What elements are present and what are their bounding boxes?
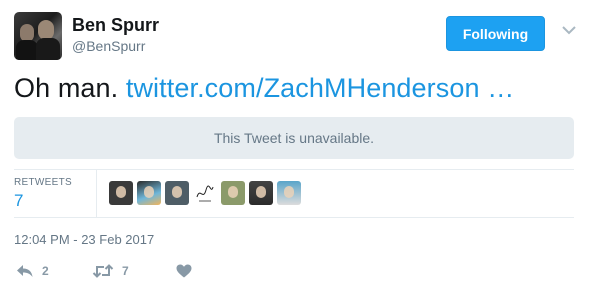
unavailable-quoted-tweet: This Tweet is unavailable.: [14, 117, 574, 159]
retweeter-avatar[interactable]: [109, 181, 133, 205]
following-button[interactable]: Following: [446, 16, 545, 51]
retweets-label: RETWEETS: [14, 177, 72, 188]
tweet-actions: 2 7: [16, 262, 192, 280]
reply-icon: [17, 265, 33, 277]
tweet-header: Ben Spurr @BenSpurr Following: [14, 12, 589, 62]
retweeter-avatar[interactable]: [277, 181, 301, 205]
retweeter-avatar[interactable]: [137, 181, 161, 205]
tweet-link[interactable]: twitter.com/ZachMHenderson …: [126, 73, 514, 103]
stats-divider-vertical: [96, 169, 97, 217]
retweeter-avatar[interactable]: [221, 181, 245, 205]
heart-icon: [176, 264, 192, 278]
tweet-body: Oh man.: [14, 73, 126, 103]
chevron-down-icon[interactable]: [562, 25, 576, 35]
reply-button[interactable]: 2: [16, 264, 92, 278]
retweeter-avatar[interactable]: [249, 181, 273, 205]
like-button[interactable]: [176, 264, 192, 278]
author-avatar[interactable]: [14, 12, 62, 60]
retweets-count[interactable]: 7: [14, 191, 23, 211]
tweet-timestamp[interactable]: 12:04 PM - 23 Feb 2017: [14, 232, 154, 247]
stats-divider-top: [14, 169, 574, 170]
retweet-count: 7: [122, 264, 129, 278]
author-handle[interactable]: @BenSpurr: [72, 38, 145, 54]
retweeter-avatar[interactable]: [193, 181, 217, 205]
retweet-button[interactable]: 7: [92, 264, 176, 278]
retweeter-avatars: [109, 181, 301, 205]
tweet-text: Oh man. twitter.com/ZachMHenderson …: [14, 73, 514, 104]
retweet-icon: [92, 264, 114, 278]
author-name[interactable]: Ben Spurr: [72, 15, 159, 36]
reply-count: 2: [42, 264, 49, 278]
stats-divider-bottom: [14, 217, 574, 218]
retweeter-avatar[interactable]: [165, 181, 189, 205]
